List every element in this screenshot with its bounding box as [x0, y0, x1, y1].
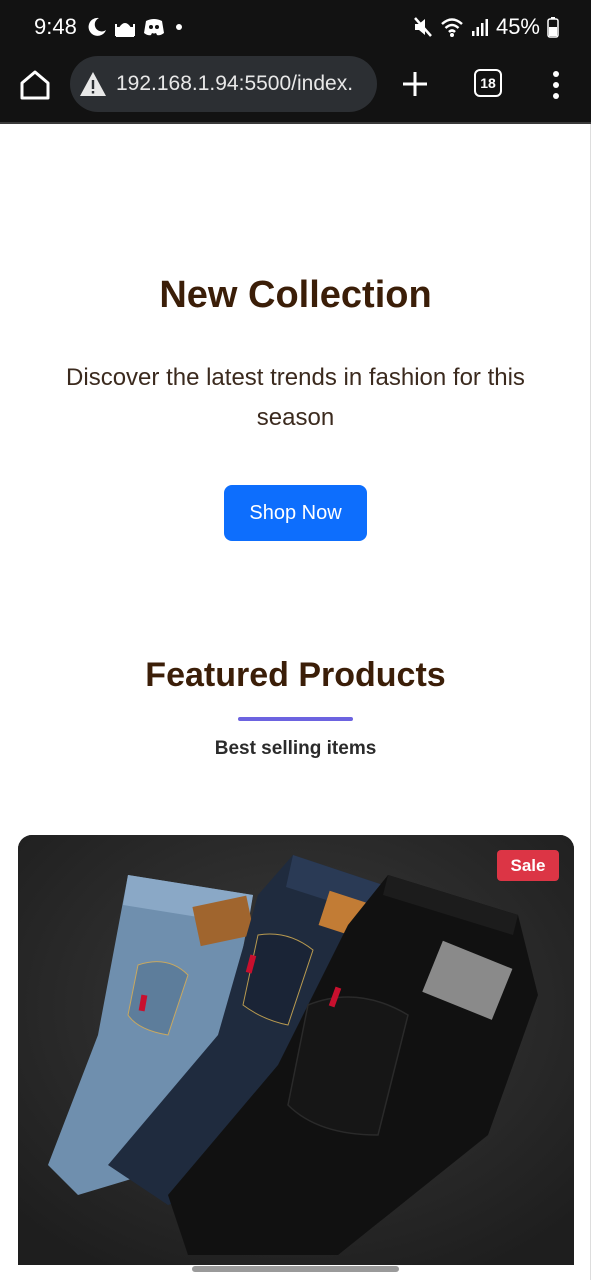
product-card[interactable]: Sale: [18, 835, 574, 1265]
sleep-moon-icon: [88, 17, 106, 36]
discord-icon: [144, 19, 164, 36]
browser-toolbar: 192.168.1.94:5500/index. 18: [0, 56, 591, 124]
new-tab-plus-icon[interactable]: [398, 67, 432, 101]
battery-percentage: 45%: [495, 14, 540, 39]
not-secure-warning-icon[interactable]: [78, 69, 108, 99]
wifi-icon: [441, 18, 463, 37]
tabs-icon[interactable]: 18: [474, 69, 502, 97]
gesture-nav-bar[interactable]: [192, 1266, 399, 1272]
product-image[interactable]: [18, 835, 574, 1265]
battery-icon: [547, 17, 559, 38]
more-menu-icon[interactable]: [546, 68, 566, 102]
status-bar: 9:48 45%: [0, 0, 591, 56]
address-bar[interactable]: 192.168.1.94:5500/index.: [70, 56, 377, 112]
notification-dot: [176, 24, 182, 30]
sale-badge: Sale: [497, 850, 559, 881]
status-right: 45%: [413, 14, 559, 40]
mute-icon: [414, 17, 432, 37]
url-text[interactable]: 192.168.1.94:5500/index.: [116, 72, 353, 96]
web-page: New Collection Discover the latest trend…: [0, 124, 591, 1280]
shop-now-button[interactable]: Shop Now: [224, 485, 367, 541]
hero-title: New Collection: [159, 274, 432, 316]
home-icon[interactable]: [18, 68, 52, 102]
title-underline: [238, 717, 353, 721]
hero-subtitle: Discover the latest trends in fashion fo…: [66, 364, 525, 431]
mosque-icon: [115, 23, 135, 37]
status-time: 9:48: [34, 14, 77, 39]
featured-products-title: Featured Products: [145, 656, 446, 694]
status-left-icons: [86, 16, 182, 38]
tab-count: 18: [480, 75, 496, 91]
featured-products-subtitle: Best selling items: [214, 738, 377, 759]
signal-icon: [471, 19, 488, 36]
